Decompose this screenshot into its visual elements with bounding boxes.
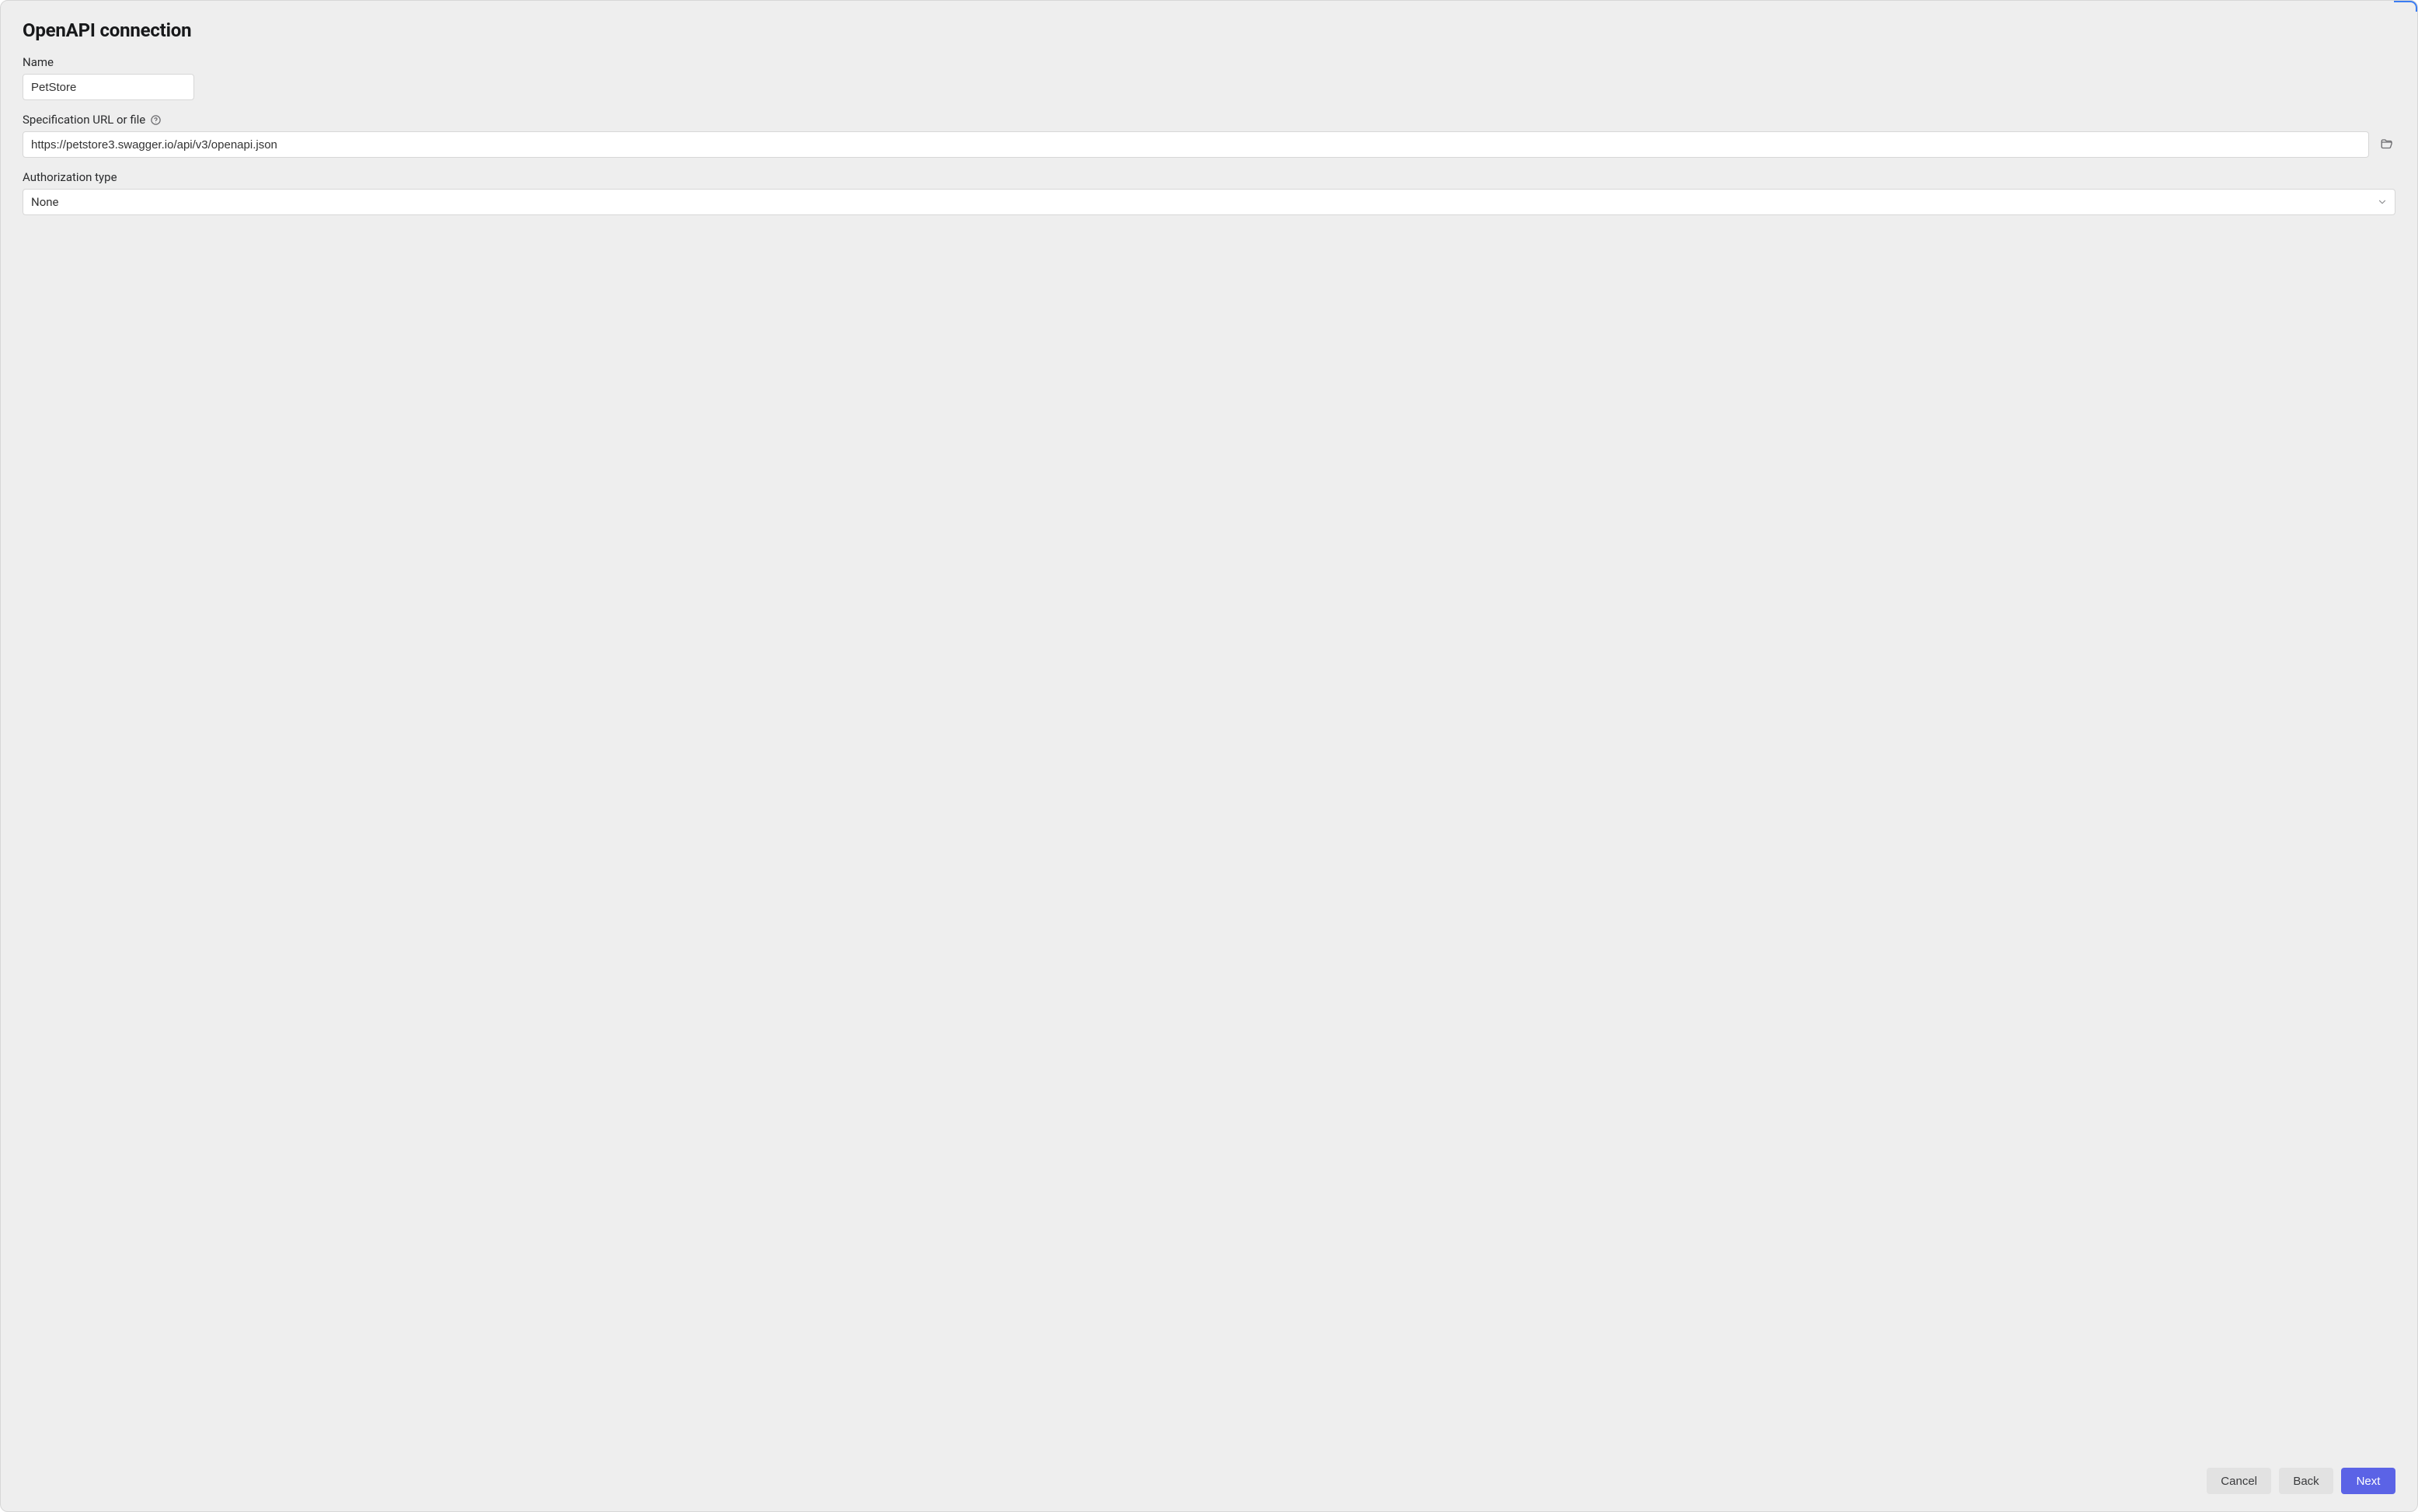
- name-label: Name: [23, 55, 54, 69]
- cancel-button[interactable]: Cancel: [2207, 1468, 2271, 1494]
- auth-type-select[interactable]: None: [23, 189, 2395, 215]
- next-button[interactable]: Next: [2341, 1468, 2395, 1494]
- name-field: Name: [23, 55, 2395, 100]
- spec-url-input[interactable]: [23, 131, 2369, 158]
- page-title: OpenAPI connection: [23, 19, 2395, 41]
- spec-label: Specification URL or file: [23, 113, 145, 127]
- auth-type-label: Authorization type: [23, 170, 117, 184]
- name-input[interactable]: [23, 74, 194, 100]
- spec-field: Specification URL or file: [23, 113, 2395, 158]
- footer-buttons: Cancel Back Next: [2207, 1468, 2395, 1494]
- browse-file-button[interactable]: [2378, 136, 2395, 153]
- auth-type-selected-value: None: [31, 195, 59, 209]
- back-button[interactable]: Back: [2279, 1468, 2333, 1494]
- openapi-connection-panel: OpenAPI connection Name Specification UR…: [0, 0, 2418, 1512]
- auth-type-field: Authorization type None: [23, 170, 2395, 215]
- folder-open-icon: [2380, 138, 2394, 152]
- help-icon[interactable]: [150, 114, 162, 126]
